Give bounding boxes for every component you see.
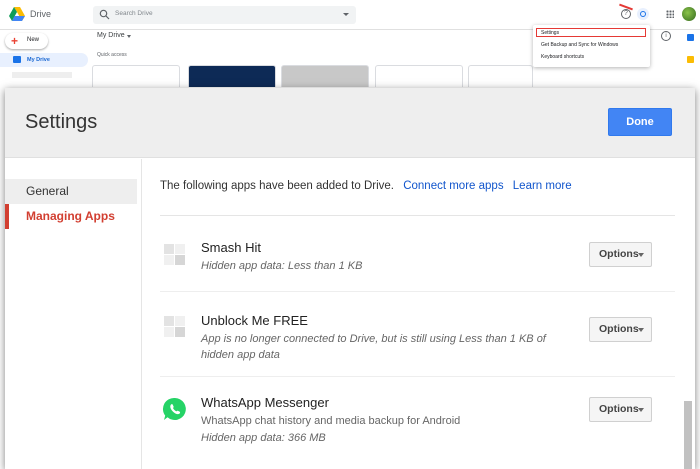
new-button[interactable]: + New bbox=[5, 33, 48, 49]
dialog-header: Settings Done bbox=[5, 88, 695, 158]
info-icon[interactable]: i bbox=[661, 31, 671, 41]
app-name: WhatsApp Messenger bbox=[201, 395, 329, 410]
app-description: WhatsApp chat history and media backup f… bbox=[201, 415, 461, 427]
breadcrumb[interactable]: My Drive bbox=[97, 32, 125, 39]
connect-more-apps-link[interactable]: Connect more apps bbox=[403, 180, 503, 192]
apps-intro: The following apps have been added to Dr… bbox=[160, 180, 572, 192]
quick-access-card[interactable] bbox=[468, 65, 533, 87]
options-label: Options bbox=[599, 403, 639, 415]
whatsapp-icon bbox=[162, 397, 186, 420]
chevron-down-icon bbox=[638, 408, 644, 412]
search-placeholder: Search Drive bbox=[115, 10, 153, 17]
app-name: Unblock Me FREE bbox=[201, 313, 308, 328]
app-placeholder-icon bbox=[164, 316, 186, 338]
options-button[interactable]: Options bbox=[589, 317, 652, 342]
sidebar-item-computers[interactable] bbox=[12, 72, 72, 78]
avatar[interactable] bbox=[682, 7, 696, 21]
quick-access-card[interactable] bbox=[375, 65, 463, 87]
sidebar-item-my-drive[interactable]: My Drive bbox=[0, 53, 88, 67]
tab-managing-apps[interactable]: Managing Apps bbox=[5, 204, 137, 229]
scrollbar[interactable] bbox=[684, 401, 692, 469]
app-placeholder-icon bbox=[164, 244, 186, 266]
new-button-label: New bbox=[27, 37, 40, 43]
help-icon[interactable]: ? bbox=[621, 9, 631, 19]
chevron-down-icon bbox=[638, 253, 644, 257]
drive-app-name: Drive bbox=[30, 9, 52, 19]
settings-nav: General Managing Apps bbox=[5, 159, 142, 469]
options-label: Options bbox=[599, 248, 639, 260]
app-name: Smash Hit bbox=[201, 240, 261, 255]
menu-item-backup-sync[interactable]: Get Backup and Sync for Windows bbox=[541, 42, 618, 48]
settings-dropdown-menu: Settings Get Backup and Sync for Windows… bbox=[533, 25, 650, 67]
apps-grid-icon[interactable] bbox=[666, 10, 674, 18]
list-item: Unblock Me FREE App is no longer connect… bbox=[160, 293, 675, 377]
settings-dialog: Settings Done General Managing Apps The … bbox=[5, 88, 695, 469]
app-description: Hidden app data: Less than 1 KB bbox=[201, 260, 363, 272]
menu-item-keyboard-shortcuts[interactable]: Keyboard shortcuts bbox=[541, 54, 584, 60]
options-label: Options bbox=[599, 323, 639, 335]
search-options-icon[interactable] bbox=[343, 13, 349, 16]
app-description: App is no longer connected to Drive, but… bbox=[201, 333, 546, 361]
list-item: WhatsApp Messenger WhatsApp chat history… bbox=[160, 378, 675, 469]
page-title: Settings bbox=[25, 111, 98, 133]
options-button[interactable]: Options bbox=[589, 397, 652, 422]
chevron-down-icon bbox=[638, 328, 644, 332]
quick-access-card[interactable] bbox=[92, 65, 180, 87]
drive-search-bar[interactable]: Search Drive bbox=[93, 6, 356, 24]
sidebar-item-label: My Drive bbox=[27, 57, 50, 63]
plus-icon: + bbox=[11, 34, 19, 48]
side-panel bbox=[684, 32, 700, 82]
gear-icon[interactable] bbox=[637, 8, 649, 20]
quick-access-card[interactable] bbox=[188, 65, 276, 87]
list-item: Smash Hit Hidden app data: Less than 1 K… bbox=[160, 216, 675, 292]
app-hidden-data: Hidden app data: 366 MB bbox=[201, 432, 326, 444]
intro-text: The following apps have been added to Dr… bbox=[160, 180, 394, 192]
tab-general[interactable]: General bbox=[5, 179, 137, 204]
search-icon bbox=[99, 9, 110, 20]
quick-access-card[interactable] bbox=[281, 65, 369, 87]
quick-access-label: Quick access bbox=[97, 52, 127, 58]
chevron-down-icon[interactable] bbox=[127, 35, 131, 38]
done-button[interactable]: Done bbox=[608, 108, 672, 136]
learn-more-link[interactable]: Learn more bbox=[513, 180, 572, 192]
keep-icon[interactable] bbox=[687, 56, 694, 63]
my-drive-icon bbox=[13, 56, 21, 63]
options-button[interactable]: Options bbox=[589, 242, 652, 267]
menu-item-settings[interactable]: Settings bbox=[541, 30, 559, 36]
calendar-icon[interactable] bbox=[687, 34, 694, 41]
drive-logo-icon bbox=[9, 7, 25, 21]
